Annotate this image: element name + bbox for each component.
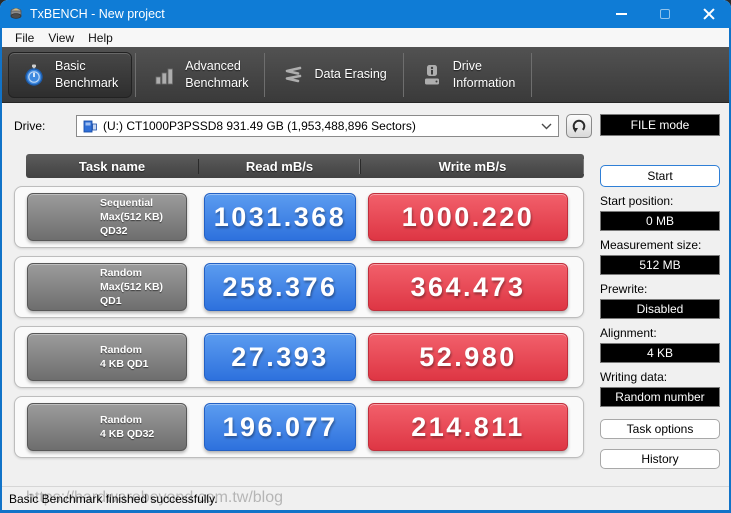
benchmark-row-4kb-qd1: Random 4 KB QD1 27.393 52.980	[14, 326, 584, 388]
writing-data-value[interactable]: Random number	[600, 387, 720, 407]
toolbar-separator	[402, 52, 404, 97]
start-position-label: Start position:	[600, 194, 674, 208]
titlebar: TxBENCH - New project	[0, 0, 731, 28]
file-mode-button[interactable]: FILE mode	[600, 114, 720, 136]
close-icon	[703, 8, 715, 20]
toolbar-separator	[264, 52, 266, 97]
read-result: 196.077	[204, 403, 356, 451]
alignment-label: Alignment:	[600, 326, 657, 340]
tab-basic-benchmark-label: Basic Benchmark	[55, 59, 119, 90]
prewrite-label: Prewrite:	[600, 282, 648, 296]
benchmark-row-4kb-qd32: Random 4 KB QD32 196.077 214.811	[14, 396, 584, 458]
benchmark-row-sequential-qd32: Sequential Max(512 KB) QD32 1031.368 100…	[14, 186, 584, 248]
results-table-header: Task name Read mB/s Write mB/s	[26, 154, 584, 178]
tab-drive-information[interactable]: Drive Information	[407, 52, 529, 98]
toolbar-separator	[135, 52, 137, 97]
writing-data-label: Writing data:	[600, 370, 668, 384]
tab-drive-information-label: Drive Information	[452, 59, 516, 90]
tab-data-erasing-label: Data Erasing	[314, 67, 387, 82]
write-result: 52.980	[368, 333, 568, 381]
statusbar: Basic Benchmark finished successfully. h…	[2, 486, 729, 510]
write-result: 214.811	[368, 403, 568, 451]
measurement-size-value[interactable]: 512 MB	[600, 255, 720, 275]
menu-view[interactable]: View	[41, 30, 81, 46]
minimize-icon	[615, 13, 627, 15]
drive-select-value: (U:) CT1000P3PSSD8 931.49 GB (1,953,488,…	[103, 119, 416, 133]
tab-advanced-benchmark[interactable]: Advanced Benchmark	[139, 52, 261, 98]
start-position-value[interactable]: 0 MB	[600, 211, 720, 231]
status-message: Basic Benchmark finished successfully.	[9, 491, 218, 506]
task-button[interactable]: Random 4 KB QD1	[27, 333, 187, 381]
read-result: 27.393	[204, 333, 356, 381]
chevron-down-icon	[541, 123, 552, 129]
bar-chart-icon	[155, 68, 174, 84]
task-button[interactable]: Random 4 KB QD32	[27, 403, 187, 451]
header-task-name: Task name	[78, 158, 146, 174]
window-title: TxBENCH - New project	[30, 7, 165, 21]
refresh-drives-button[interactable]	[566, 114, 592, 138]
prewrite-value[interactable]: Disabled	[600, 299, 720, 319]
tab-data-erasing[interactable]: Data Erasing	[268, 52, 399, 98]
measurement-size-label: Measurement size:	[600, 238, 702, 252]
write-result: 364.473	[368, 263, 568, 311]
task-button[interactable]: Random Max(512 KB) QD1	[27, 263, 187, 311]
menu-help[interactable]: Help	[81, 30, 120, 46]
maximize-icon	[660, 9, 670, 19]
maximize-button[interactable]	[643, 0, 687, 28]
txbench-window: TxBENCH - New project File View Help Bas…	[0, 0, 731, 513]
drive-row: Drive: (U:) CT1000P3PSSD8 931.49 GB (1,9…	[14, 114, 592, 138]
task-button[interactable]: Sequential Max(512 KB) QD32	[27, 193, 187, 241]
app-icon	[10, 8, 22, 19]
refresh-icon	[572, 119, 586, 133]
content-area: Drive: (U:) CT1000P3PSSD8 931.49 GB (1,9…	[2, 103, 729, 486]
read-result: 1031.368	[204, 193, 356, 241]
side-panel: FILE mode Start Start position: 0 MB Mea…	[600, 114, 720, 486]
drive-select[interactable]: (U:) CT1000P3PSSD8 931.49 GB (1,953,488,…	[76, 115, 559, 137]
tab-advanced-benchmark-label: Advanced Benchmark	[185, 59, 249, 90]
window-frame: File View Help Basic Benchmark Advanced …	[0, 28, 731, 513]
drive-icon	[83, 120, 97, 132]
stopwatch-icon	[25, 64, 43, 86]
menu-file[interactable]: File	[8, 30, 41, 46]
header-read: Read mB/s	[198, 158, 360, 174]
history-button[interactable]: History	[600, 449, 720, 469]
erase-icon	[286, 66, 302, 82]
start-button[interactable]: Start	[600, 165, 720, 187]
close-button[interactable]	[687, 0, 731, 28]
drive-label: Drive:	[14, 119, 46, 133]
tab-basic-benchmark[interactable]: Basic Benchmark	[8, 51, 133, 98]
menubar: File View Help	[2, 28, 729, 47]
drive-info-icon	[424, 64, 439, 84]
alignment-value[interactable]: 4 KB	[600, 343, 720, 363]
read-result: 258.376	[204, 263, 356, 311]
toolbar-separator	[531, 52, 533, 97]
toolbar: Basic Benchmark Advanced Benchmark Data …	[2, 47, 729, 103]
task-options-button[interactable]: Task options	[600, 419, 720, 439]
header-write: Write mB/s	[360, 158, 584, 174]
minimize-button[interactable]	[599, 0, 643, 28]
write-result: 1000.220	[368, 193, 568, 241]
benchmark-row-random-qd1: Random Max(512 KB) QD1 258.376 364.473	[14, 256, 584, 318]
